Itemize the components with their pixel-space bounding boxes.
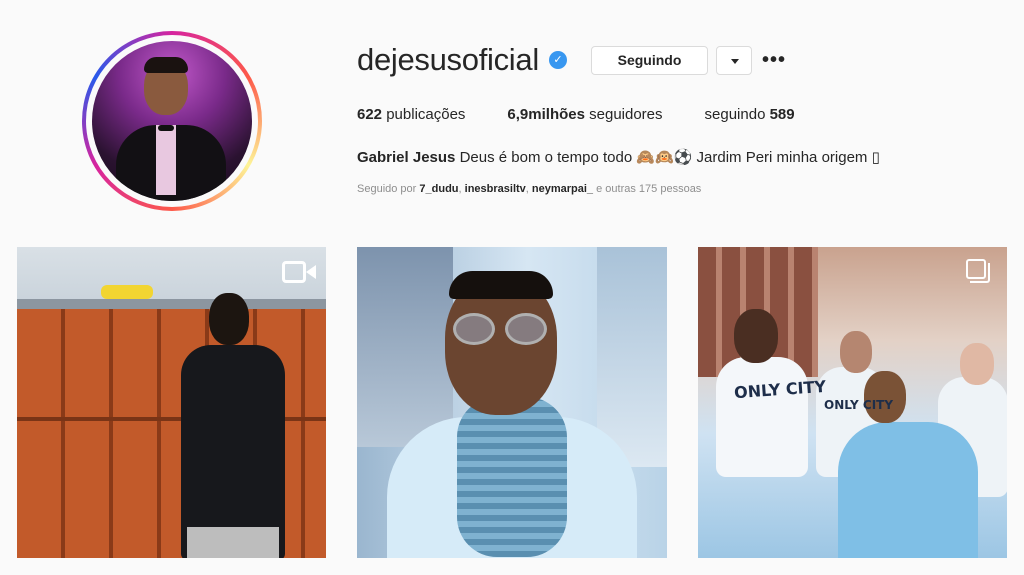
followed-by-prefix: Seguido por — [357, 183, 417, 195]
posts-count: 622 — [357, 106, 383, 123]
followers-label: seguidores — [589, 106, 663, 123]
profile-stats: 622 publicações 6,9milhões seguidores se… — [357, 106, 837, 123]
more-options-icon[interactable]: ••• — [762, 50, 786, 70]
verified-badge-icon: ✓ — [549, 51, 567, 69]
followed-by-line[interactable]: Seguido por 7_dudu, inesbrasiltv, neymar… — [357, 183, 701, 195]
post-thumbnail[interactable]: ONLY CITY ONLY CITY — [698, 247, 1007, 558]
chevron-down-icon — [731, 59, 739, 64]
posts-stat: 622 publicações — [357, 106, 465, 123]
post-image-shelf — [17, 299, 326, 309]
bio-text: Deus é bom o tempo todo 🙈🙉⚽ Jardim Peri … — [459, 149, 880, 166]
followers-stat[interactable]: 6,9milhões seguidores — [507, 106, 662, 123]
avatar-shirt — [156, 125, 176, 195]
posts-label: publicações — [386, 106, 466, 123]
following-stat[interactable]: seguindo 589 — [705, 106, 795, 123]
followers-count: 6,9milhões — [507, 106, 585, 123]
profile-bio: Gabriel Jesus Deus é bom o tempo todo 🙈🙉… — [357, 148, 880, 166]
post-thumbnail[interactable] — [17, 247, 326, 558]
post-image-head — [734, 309, 778, 363]
post-image-pants — [187, 527, 279, 558]
suggestions-dropdown-button[interactable] — [716, 46, 752, 75]
following-count: 589 — [769, 106, 795, 123]
profile-username: dejesusoficial — [357, 42, 539, 77]
post-image-head — [840, 331, 872, 373]
post-thumbnail[interactable] — [357, 247, 667, 558]
followed-by-user[interactable]: neymarpai_ — [532, 183, 593, 195]
followed-by-suffix: e outras 175 pessoas — [596, 183, 702, 195]
post-image-jacket — [838, 422, 978, 558]
video-camera-icon — [282, 261, 316, 283]
post-image-shirt-text: ONLY CITY — [824, 398, 894, 412]
multiple-photos-back — [970, 263, 990, 283]
post-image-wall — [17, 247, 326, 307]
followed-by-user[interactable]: 7_dudu — [419, 183, 458, 195]
video-camera-body — [282, 261, 306, 283]
avatar-border — [86, 35, 258, 207]
post-image-scarf — [457, 397, 567, 557]
post-image-head — [864, 371, 906, 423]
post-image-shirt — [716, 357, 808, 477]
profile-full-name: Gabriel Jesus — [357, 149, 456, 166]
following-button[interactable]: Seguindo — [591, 46, 708, 75]
post-image-sunglasses — [505, 313, 547, 345]
post-image-hair — [449, 271, 553, 299]
profile-avatar[interactable] — [82, 31, 262, 211]
post-image-head — [209, 293, 249, 345]
avatar-hair — [144, 57, 188, 73]
post-image-head — [960, 343, 994, 385]
post-image-sunglasses — [453, 313, 495, 345]
post-image-towel — [101, 285, 153, 299]
multiple-photos-icon — [966, 259, 990, 283]
video-camera-lens — [306, 265, 316, 279]
followed-by-user[interactable]: inesbrasiltv — [465, 183, 526, 195]
avatar-bowtie — [158, 125, 174, 131]
following-label: seguindo — [704, 106, 766, 123]
post-image-building — [357, 247, 453, 447]
avatar-image — [92, 41, 252, 201]
